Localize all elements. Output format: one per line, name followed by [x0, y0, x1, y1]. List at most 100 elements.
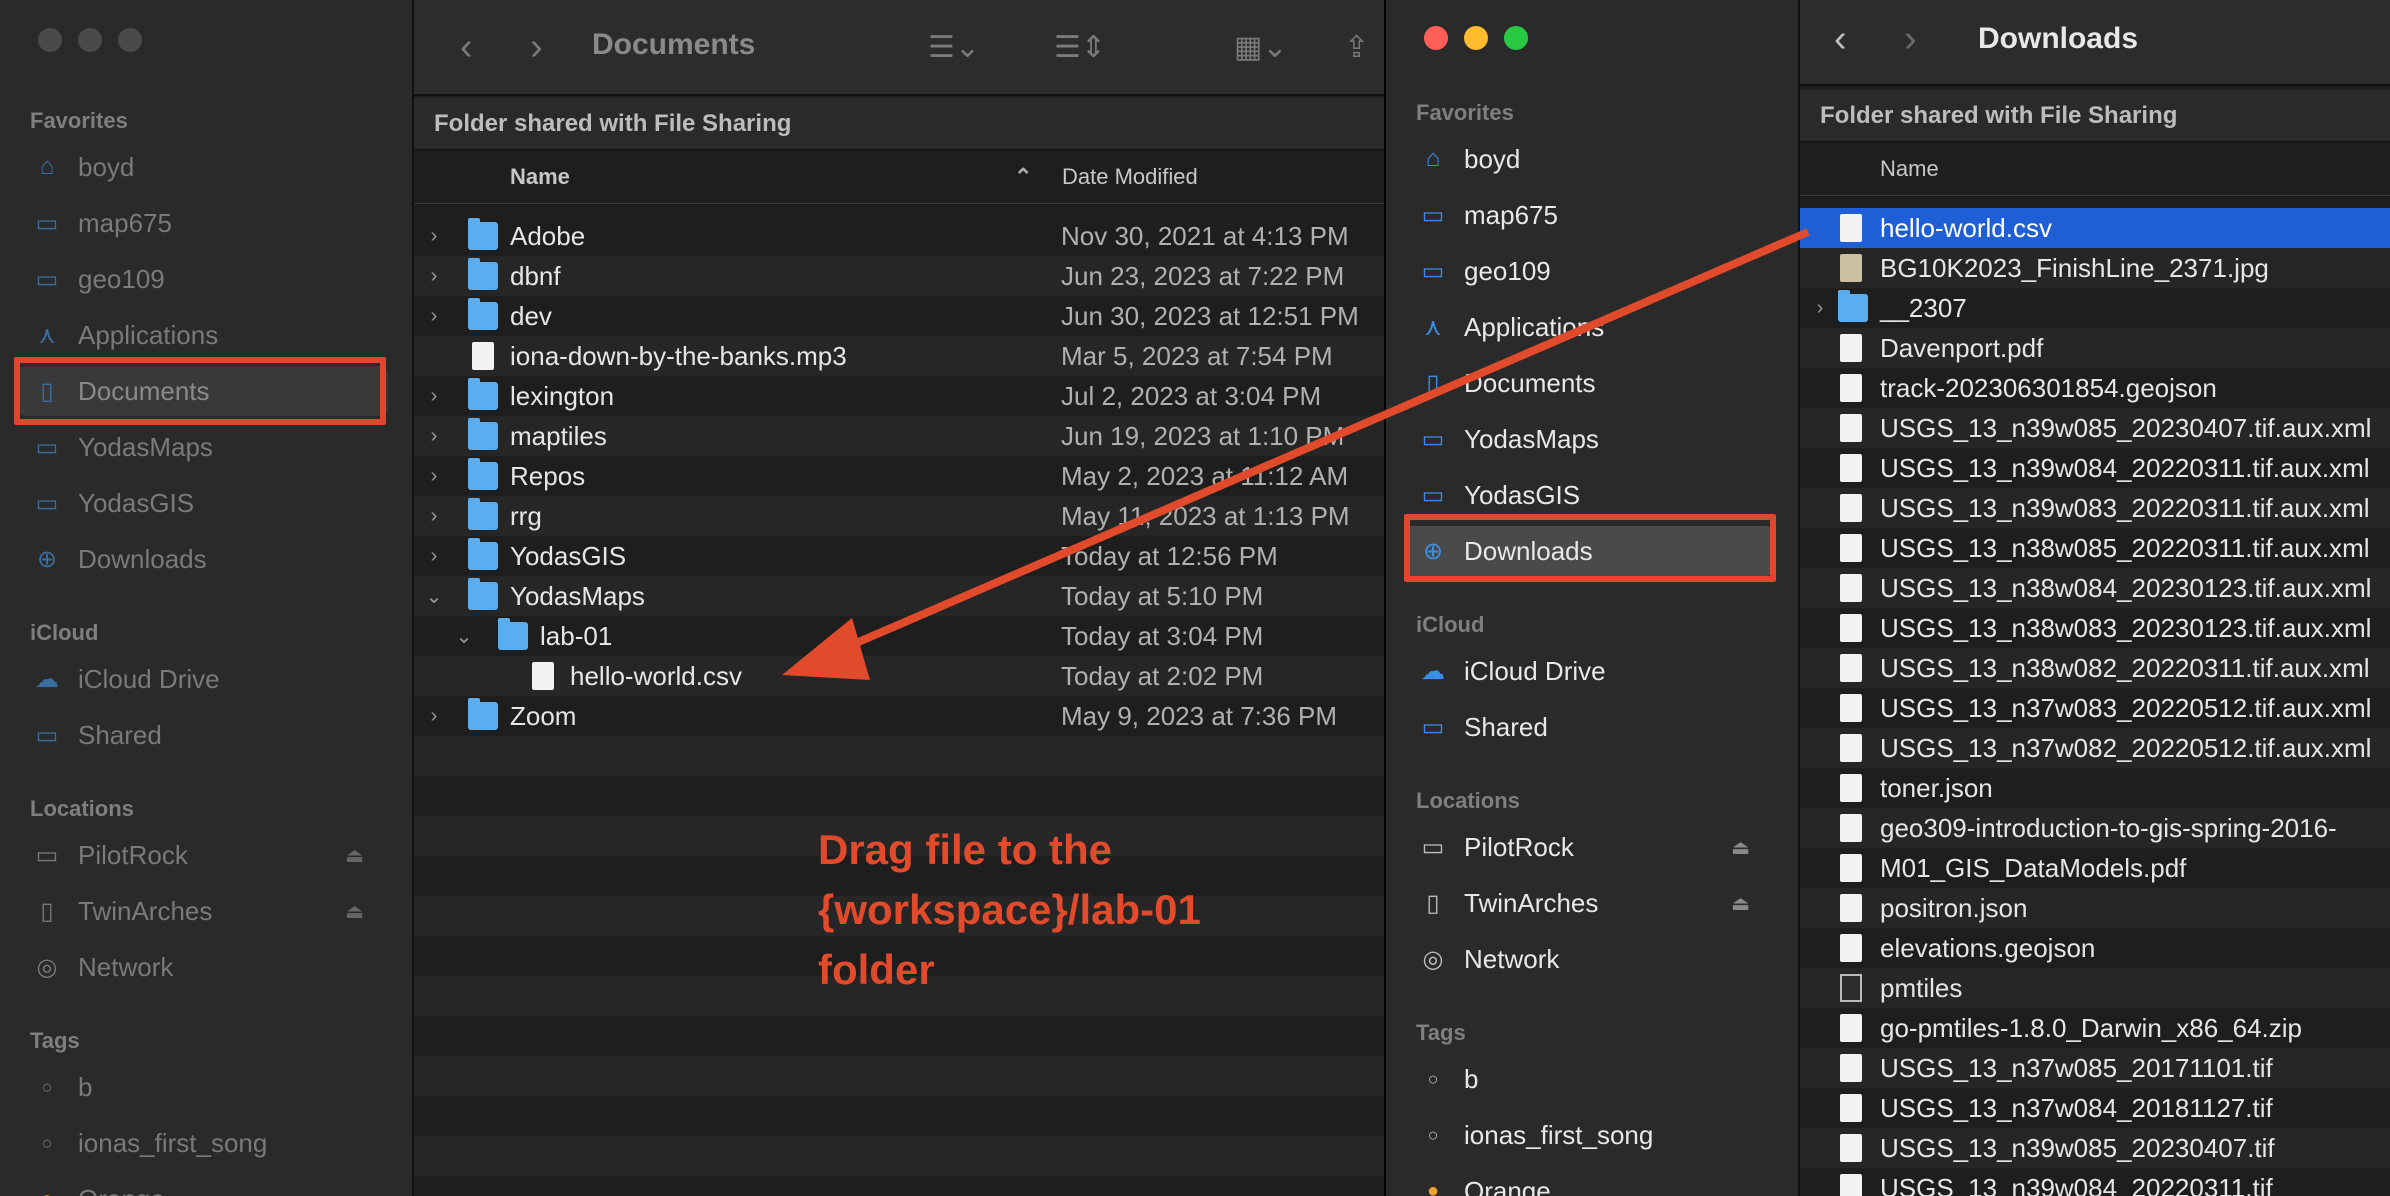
- sidebar-tag-orange[interactable]: ●Orange: [18, 1174, 388, 1196]
- file-row[interactable]: track-202306301854.geojson: [1800, 368, 2390, 408]
- file-row[interactable]: ⌄ lab-01 Today at 3:04 PM: [414, 616, 1384, 656]
- sidebar-item-network[interactable]: ◎ Network: [1404, 934, 1774, 984]
- chevron-right-icon[interactable]: ›: [1810, 297, 1830, 320]
- sidebar-item-pilotrock[interactable]: ▭ PilotRock ⏏: [18, 830, 388, 880]
- share-icon[interactable]: ⇪: [1344, 30, 1369, 65]
- file-row[interactable]: USGS_13_n39w084_20220311.tif: [1800, 1168, 2390, 1196]
- sidebar-item-map675[interactable]: ▭ map675: [1404, 190, 1774, 240]
- file-row[interactable]: USGS_13_n37w083_20220512.tif.aux.xml: [1800, 688, 2390, 728]
- eject-icon[interactable]: ⏏: [345, 899, 364, 924]
- file-row[interactable]: USGS_13_n38w084_20230123.tif.aux.xml: [1800, 568, 2390, 608]
- file-row[interactable]: USGS_13_n39w084_20220311.tif.aux.xml: [1800, 448, 2390, 488]
- back-button[interactable]: ‹: [460, 26, 473, 69]
- file-row[interactable]: › YodasGIS Today at 12:56 PM: [414, 536, 1384, 576]
- file-row[interactable]: USGS_13_n39w083_20220311.tif.aux.xml: [1800, 488, 2390, 528]
- zoom-button[interactable]: [1504, 26, 1528, 50]
- file-row[interactable]: pmtiles: [1800, 968, 2390, 1008]
- sidebar-item-shared[interactable]: ▭ Shared: [18, 710, 388, 760]
- sort-chevron-icon[interactable]: ⌃: [1014, 164, 1032, 190]
- chevron-right-icon[interactable]: ›: [424, 385, 444, 408]
- file-row[interactable]: USGS_13_n37w085_20171101.tif: [1800, 1048, 2390, 1088]
- sidebar-item-twinarches[interactable]: ▯ TwinArches ⏏: [1404, 878, 1774, 928]
- sidebar-item-downloads[interactable]: ⊕ Downloads: [18, 534, 388, 584]
- sidebar-item-boyd[interactable]: ⌂ boyd: [1404, 134, 1774, 184]
- chevron-right-icon[interactable]: ›: [424, 305, 444, 328]
- sidebar-item-yodasgis[interactable]: ▭ YodasGIS: [18, 478, 388, 528]
- file-row[interactable]: › lexington Jul 2, 2023 at 3:04 PM: [414, 376, 1384, 416]
- sidebar-item-icloud-drive[interactable]: ☁ iCloud Drive: [1404, 646, 1774, 696]
- forward-button[interactable]: ›: [1904, 18, 1917, 61]
- sidebar-item-geo109[interactable]: ▭ geo109: [18, 254, 388, 304]
- chevron-right-icon[interactable]: ›: [424, 505, 444, 528]
- close-button[interactable]: [1424, 26, 1448, 50]
- name-column-header[interactable]: Name: [1880, 156, 1939, 182]
- sidebar-tag-ionas-first-song[interactable]: ○ ionas_first_song: [18, 1118, 388, 1168]
- file-row[interactable]: USGS_13_n37w082_20220512.tif.aux.xml: [1800, 728, 2390, 768]
- minimize-dot[interactable]: [78, 28, 102, 52]
- sidebar-tag-ionas-first-song[interactable]: ○ ionas_first_song: [1404, 1110, 1774, 1160]
- file-row[interactable]: BG10K2023_FinishLine_2371.jpg: [1800, 248, 2390, 288]
- file-row[interactable]: hello-world.csv Today at 2:02 PM: [414, 656, 1384, 696]
- sidebar-item-shared[interactable]: ▭ Shared: [1404, 702, 1774, 752]
- file-row[interactable]: › Adobe Nov 30, 2021 at 4:13 PM: [414, 216, 1384, 256]
- sidebar-tag-orange[interactable]: ●Orange: [1404, 1166, 1774, 1196]
- sidebar-tag-b[interactable]: ○ b: [18, 1062, 388, 1112]
- file-row[interactable]: USGS_13_n39w085_20230407.tif.aux.xml: [1800, 408, 2390, 448]
- eject-icon[interactable]: ⏏: [1731, 891, 1750, 916]
- file-row[interactable]: › maptiles Jun 19, 2023 at 1:10 PM: [414, 416, 1384, 456]
- file-row[interactable]: USGS_13_n39w085_20230407.tif: [1800, 1128, 2390, 1168]
- zoom-dot[interactable]: [118, 28, 142, 52]
- view-grid-icon[interactable]: ▦⌄: [1234, 30, 1287, 65]
- sidebar-item-applications[interactable]: ⋏ Applications: [18, 310, 388, 360]
- eject-icon[interactable]: ⏏: [345, 843, 364, 868]
- sidebar-item-pilotrock[interactable]: ▭ PilotRock ⏏: [1404, 822, 1774, 872]
- chevron-right-icon[interactable]: ›: [424, 265, 444, 288]
- file-row[interactable]: positron.json: [1800, 888, 2390, 928]
- sidebar-tag-b[interactable]: ○ b: [1404, 1054, 1774, 1104]
- forward-button[interactable]: ›: [530, 26, 543, 69]
- chevron-down-icon[interactable]: ⌄: [424, 584, 444, 609]
- chevron-right-icon[interactable]: ›: [424, 225, 444, 248]
- file-row[interactable]: toner.json: [1800, 768, 2390, 808]
- file-row[interactable]: USGS_13_n38w083_20230123.tif.aux.xml: [1800, 608, 2390, 648]
- file-row[interactable]: › Repos May 2, 2023 at 11:12 AM: [414, 456, 1384, 496]
- sidebar-item-documents[interactable]: ▯ Documents: [1404, 358, 1774, 408]
- close-dot[interactable]: [38, 28, 62, 52]
- sidebar-item-network[interactable]: ◎ Network: [18, 942, 388, 992]
- file-row[interactable]: iona-down-by-the-banks.mp3 Mar 5, 2023 at…: [414, 336, 1384, 376]
- minimize-button[interactable]: [1464, 26, 1488, 50]
- sidebar-item-icloud-drive[interactable]: ☁ iCloud Drive: [18, 654, 388, 704]
- file-row[interactable]: go-pmtiles-1.8.0_Darwin_x86_64.zip: [1800, 1008, 2390, 1048]
- chevron-down-icon[interactable]: ⌄: [454, 624, 474, 649]
- name-column-header[interactable]: Name: [510, 164, 570, 190]
- sidebar-item-twinarches[interactable]: ▯ TwinArches ⏏: [18, 886, 388, 936]
- date-column-header[interactable]: Date Modified: [1062, 164, 1198, 190]
- file-row[interactable]: › dbnf Jun 23, 2023 at 7:22 PM: [414, 256, 1384, 296]
- file-row[interactable]: › rrg May 11, 2023 at 1:13 PM: [414, 496, 1384, 536]
- sidebar-item-map675[interactable]: ▭ map675: [18, 198, 388, 248]
- eject-icon[interactable]: ⏏: [1731, 835, 1750, 860]
- file-row[interactable]: ⌄ YodasMaps Today at 5:10 PM: [414, 576, 1384, 616]
- chevron-right-icon[interactable]: ›: [424, 705, 444, 728]
- group-menu-icon[interactable]: ☰⌄: [928, 30, 980, 65]
- sort-list-icon[interactable]: ☰⇕: [1054, 30, 1106, 65]
- file-row[interactable]: › __2307: [1800, 288, 2390, 328]
- file-row[interactable]: geo309-introduction-to-gis-spring-2016-: [1800, 808, 2390, 848]
- chevron-right-icon[interactable]: ›: [424, 465, 444, 488]
- file-row[interactable]: USGS_13_n38w082_20220311.tif.aux.xml: [1800, 648, 2390, 688]
- file-row-selected[interactable]: hello-world.csv: [1800, 208, 2390, 248]
- chevron-right-icon[interactable]: ›: [424, 545, 444, 568]
- sidebar-item-applications[interactable]: ⋏ Applications: [1404, 302, 1774, 352]
- sidebar-item-yodasgis[interactable]: ▭ YodasGIS: [1404, 470, 1774, 520]
- file-row[interactable]: USGS_13_n38w085_20220311.tif.aux.xml: [1800, 528, 2390, 568]
- file-row[interactable]: USGS_13_n37w084_20181127.tif: [1800, 1088, 2390, 1128]
- file-row[interactable]: › dev Jun 30, 2023 at 12:51 PM: [414, 296, 1384, 336]
- file-row[interactable]: M01_GIS_DataModels.pdf: [1800, 848, 2390, 888]
- file-row[interactable]: elevations.geojson: [1800, 928, 2390, 968]
- sidebar-item-geo109[interactable]: ▭ geo109: [1404, 246, 1774, 296]
- chevron-right-icon[interactable]: ›: [424, 425, 444, 448]
- back-button[interactable]: ‹: [1834, 18, 1847, 61]
- file-row[interactable]: Davenport.pdf: [1800, 328, 2390, 368]
- file-row[interactable]: › Zoom May 9, 2023 at 7:36 PM: [414, 696, 1384, 736]
- sidebar-item-yodasmaps[interactable]: ▭ YodasMaps: [1404, 414, 1774, 464]
